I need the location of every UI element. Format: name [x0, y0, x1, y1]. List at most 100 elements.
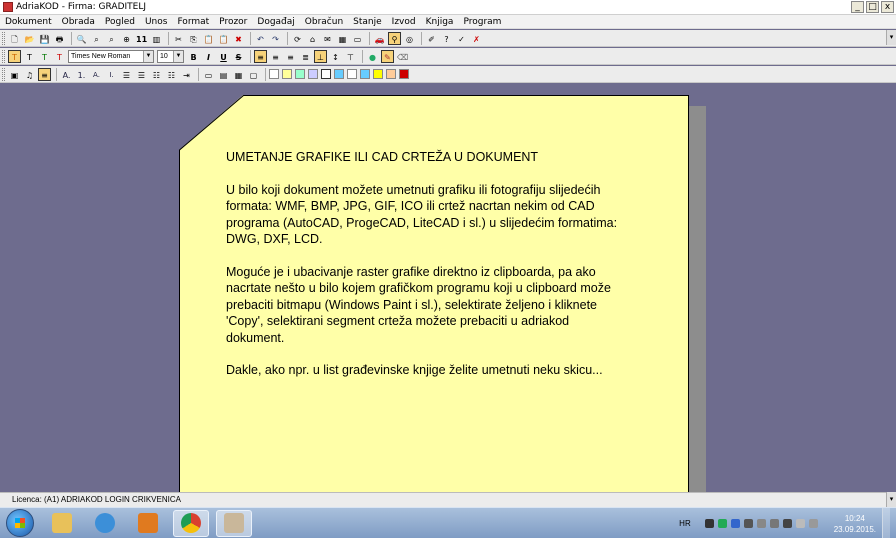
menu-item-knjiga[interactable]: Knjiga	[421, 17, 459, 27]
clock[interactable]: 10:24 23.09.2015.	[834, 513, 876, 535]
status-overflow-icon[interactable]: ▾	[886, 492, 896, 507]
help-ring-icon[interactable]: ◎	[403, 32, 416, 45]
toolbar-grip[interactable]	[2, 49, 5, 63]
color-swatch[interactable]	[399, 69, 409, 79]
save-icon[interactable]: 💾	[38, 32, 51, 45]
pencil-icon[interactable]: ✎	[381, 49, 394, 63]
refresh-icon[interactable]: ⟳	[291, 32, 304, 45]
eraser-icon[interactable]: ⌫	[396, 50, 409, 63]
start-button[interactable]	[6, 509, 34, 537]
envelope-icon[interactable]: ✉	[321, 32, 334, 45]
list-numeric-button[interactable]: 1.	[75, 68, 88, 81]
menu-item-dogaaj[interactable]: Događaj	[252, 17, 299, 27]
valign-top-icon[interactable]: ⊤	[344, 50, 357, 63]
list-alpha-small-button[interactable]: A.	[90, 68, 103, 81]
maximize-button[interactable]: □	[866, 1, 879, 13]
menu-item-dokument[interactable]: Dokument	[0, 17, 57, 27]
open-folder-icon[interactable]: 📂	[23, 32, 36, 45]
bullet-list-2-icon[interactable]: ☷	[165, 68, 178, 81]
window-icon[interactable]: ▭	[351, 32, 364, 45]
tip-icon[interactable]: ?	[440, 32, 453, 45]
style-button-3[interactable]: T	[38, 50, 51, 63]
brush-icon[interactable]: ✐	[425, 32, 438, 45]
color-swatch[interactable]	[334, 69, 344, 79]
border-outer-icon[interactable]: ▢	[247, 68, 260, 81]
language-indicator[interactable]: HR	[679, 519, 691, 528]
menu-item-izvod[interactable]: Izvod	[387, 17, 421, 27]
adriakod-taskbar-button[interactable]	[216, 509, 252, 537]
menu-item-stanje[interactable]: Stanje	[348, 17, 387, 27]
paste-icon[interactable]: 📋	[202, 32, 215, 45]
flag-icon[interactable]	[782, 519, 792, 528]
color-swatch[interactable]	[295, 69, 305, 79]
printer-icon[interactable]	[743, 519, 753, 528]
cut-icon[interactable]: ✂	[172, 32, 185, 45]
image-insert-icon[interactable]: ▣	[8, 68, 21, 81]
check-icon[interactable]: ✓	[455, 32, 468, 45]
italic-button[interactable]: I	[202, 50, 215, 63]
minimize-button[interactable]: _	[851, 1, 864, 13]
columns-icon[interactable]: ▥	[150, 32, 163, 45]
align-left-icon[interactable]: ≡	[254, 49, 267, 63]
redo-icon[interactable]: ↷	[269, 32, 282, 45]
paste-special-icon[interactable]: 📋	[217, 32, 230, 45]
color-swatch[interactable]	[386, 69, 396, 79]
calendar-icon[interactable]: ▦	[336, 32, 349, 45]
toolbar-grip[interactable]	[2, 67, 5, 81]
undo-icon[interactable]: ↶	[254, 32, 267, 45]
paragraph-icon[interactable]: ≡	[38, 67, 51, 81]
color-swatch[interactable]	[269, 69, 279, 79]
bluetooth-icon[interactable]	[730, 519, 740, 528]
color-swatch[interactable]	[347, 69, 357, 79]
menu-item-unos[interactable]: Unos	[140, 17, 173, 27]
numbered-list-icon[interactable]: ☰	[120, 68, 133, 81]
chrome-taskbar-button[interactable]	[173, 509, 209, 537]
style-button-1[interactable]: T	[8, 49, 21, 63]
bold-button[interactable]: B	[187, 50, 200, 63]
car-icon[interactable]: 🚗	[373, 32, 386, 45]
delete-icon[interactable]: ✖	[232, 32, 245, 45]
print-icon[interactable]: 🖶	[53, 32, 66, 45]
display-icon[interactable]	[769, 519, 779, 528]
bullet-list-icon[interactable]: ☷	[150, 68, 163, 81]
close-button[interactable]: x	[881, 1, 894, 13]
zoom-icon[interactable]: ⊕	[120, 32, 133, 45]
toolbar-grip[interactable]	[2, 31, 5, 45]
color-swatch[interactable]	[373, 69, 383, 79]
border-inner-icon[interactable]: ▦	[232, 68, 245, 81]
color-swatch[interactable]	[282, 69, 292, 79]
media-player-taskbar-button[interactable]	[130, 510, 166, 537]
menu-item-obrada[interactable]: Obrada	[57, 17, 100, 27]
align-right-icon[interactable]: ≡	[284, 50, 297, 63]
new-doc-icon[interactable]: 🗋	[8, 32, 21, 45]
menu-item-pogled[interactable]: Pogled	[100, 17, 140, 27]
preview-icon[interactable]: 🔍	[75, 32, 88, 45]
home-icon[interactable]: ⌂	[306, 32, 319, 45]
music-icon[interactable]: ♫	[23, 68, 36, 81]
align-center-icon[interactable]: ≡	[269, 50, 282, 63]
security-icon[interactable]	[717, 519, 727, 528]
multilevel-list-icon[interactable]: ☰	[135, 68, 148, 81]
underline-button[interactable]: U	[217, 50, 230, 63]
find-icon[interactable]: ⌕	[90, 32, 103, 45]
ie-taskbar-button[interactable]	[87, 510, 123, 537]
paint-icon[interactable]: ●	[366, 50, 379, 63]
wifi-icon[interactable]	[808, 519, 818, 528]
list-roman-button[interactable]: I.	[105, 68, 118, 81]
border-box-icon[interactable]: ▭	[202, 68, 215, 81]
power-icon[interactable]	[756, 519, 766, 528]
menu-item-prozor[interactable]: Prozor	[214, 17, 252, 27]
toolbar-overflow-icon[interactable]: ▾	[886, 30, 896, 45]
volume-icon[interactable]	[795, 519, 805, 528]
valign-middle-icon[interactable]: ↕	[329, 50, 342, 63]
strike-button[interactable]: S	[232, 50, 245, 63]
font-name-select[interactable]: Times New Roman ▼	[68, 49, 154, 63]
color-swatch[interactable]	[308, 69, 318, 79]
binoculars-icon[interactable]: ⚲	[388, 31, 401, 45]
list-alpha-button[interactable]: A.	[60, 68, 73, 81]
explorer-taskbar-button[interactable]	[44, 510, 80, 537]
show-desktop-button[interactable]	[882, 508, 890, 538]
indent-icon[interactable]: ⇥	[180, 68, 193, 81]
style-button-2[interactable]: T	[23, 50, 36, 63]
close-red-icon[interactable]: ✗	[470, 32, 483, 45]
